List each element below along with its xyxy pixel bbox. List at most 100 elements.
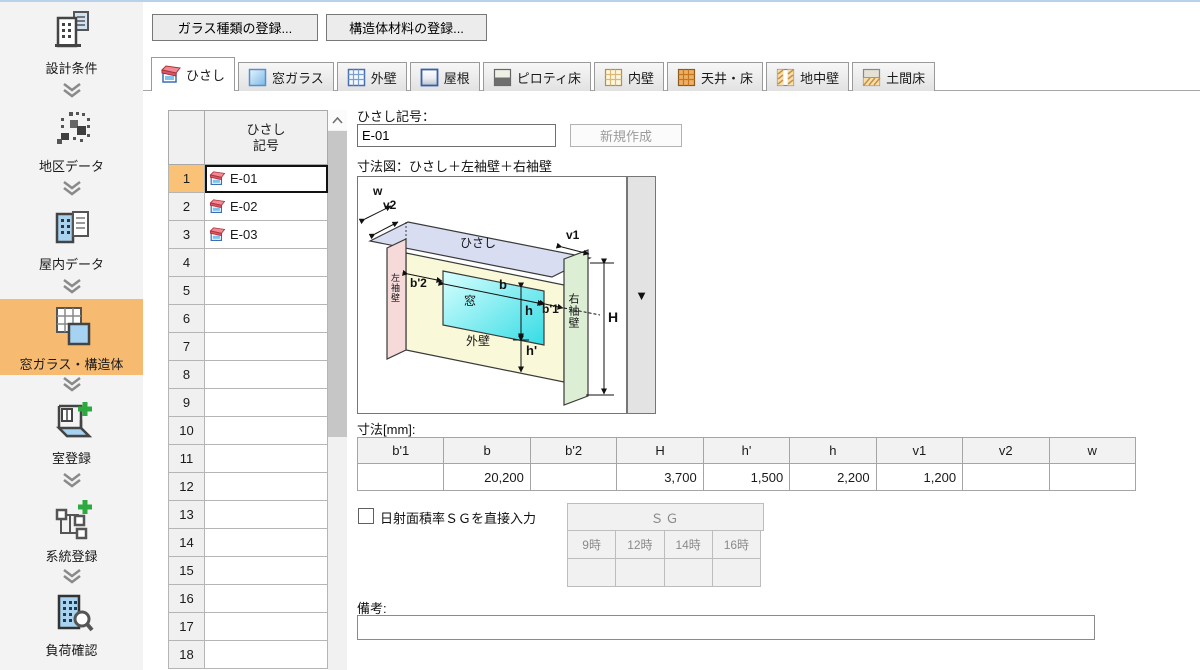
chevron-down-icon <box>0 472 143 488</box>
row-number-cell[interactable]: 3 <box>168 221 205 249</box>
list-row[interactable]: 2 E-02 <box>168 193 328 221</box>
list-row[interactable]: 8 <box>168 361 328 389</box>
dims-value-cell[interactable]: 2,200 <box>789 464 877 491</box>
row-symbol-cell[interactable] <box>205 585 328 613</box>
row-number-cell[interactable]: 16 <box>168 585 205 613</box>
row-symbol-cell[interactable]: E-01 <box>205 165 328 193</box>
row-number-cell[interactable]: 6 <box>168 305 205 333</box>
row-number-cell[interactable]: 1 <box>168 165 205 193</box>
list-row[interactable]: 15 <box>168 557 328 585</box>
sidebar-item-window-structure[interactable]: 窓ガラス・構造体 <box>0 299 143 375</box>
sidebar-item-load-check[interactable]: 負荷確認 <box>0 590 143 659</box>
row-symbol-cell[interactable] <box>205 501 328 529</box>
row-number-cell[interactable]: 8 <box>168 361 205 389</box>
list-row[interactable]: 4 <box>168 249 328 277</box>
sidebar-item-indoor-data[interactable]: 屋内データ <box>0 204 143 273</box>
sg-table: ＳＧ 9時 12時 14時 16時 <box>567 503 764 587</box>
row-symbol-cell[interactable]: E-02 <box>205 193 328 221</box>
tab-doma-floor[interactable]: 土間床 <box>852 62 936 91</box>
list-row[interactable]: 17 <box>168 613 328 641</box>
row-number-cell[interactable]: 12 <box>168 473 205 501</box>
row-number-cell[interactable]: 15 <box>168 557 205 585</box>
list-row[interactable]: 9 <box>168 389 328 417</box>
dims-value-cell[interactable]: 3,700 <box>616 464 704 491</box>
list-row[interactable]: 5 <box>168 277 328 305</box>
row-symbol-cell[interactable] <box>205 305 328 333</box>
dims-column: b'2 <box>529 437 618 491</box>
list-row[interactable]: 6 <box>168 305 328 333</box>
tab-ceiling-floor[interactable]: 天井・床 <box>667 62 764 91</box>
sg-direct-input-checkbox[interactable] <box>358 508 374 524</box>
row-symbol-cell[interactable] <box>205 557 328 585</box>
sg-value-cell[interactable] <box>711 559 761 587</box>
row-number-cell[interactable]: 11 <box>168 445 205 473</box>
row-number-cell[interactable]: 10 <box>168 417 205 445</box>
row-symbol-cell[interactable] <box>205 389 328 417</box>
dims-value-cell[interactable]: 1,200 <box>875 464 964 491</box>
list-row[interactable]: 10 <box>168 417 328 445</box>
list-row[interactable]: 7 <box>168 333 328 361</box>
list-row[interactable]: 16 <box>168 585 328 613</box>
row-number-cell[interactable]: 13 <box>168 501 205 529</box>
tab-roof[interactable]: 屋根 <box>409 62 480 91</box>
row-symbol-cell[interactable] <box>205 473 328 501</box>
tab-underground-wall[interactable]: 地中壁 <box>766 62 850 91</box>
underground-wall-icon <box>776 68 795 87</box>
list-row[interactable]: 14 <box>168 529 328 557</box>
row-number-cell[interactable]: 14 <box>168 529 205 557</box>
row-symbol-cell[interactable] <box>205 333 328 361</box>
row-symbol-cell[interactable]: E-03 <box>205 221 328 249</box>
list-row[interactable]: 3 E-03 <box>168 221 328 249</box>
list-row[interactable]: 18 <box>168 641 328 669</box>
row-number-cell[interactable]: 4 <box>168 249 205 277</box>
row-symbol-cell[interactable] <box>205 417 328 445</box>
tab-inner-wall[interactable]: 内壁 <box>594 62 665 91</box>
scrollbar-thumb[interactable] <box>328 131 347 437</box>
list-row[interactable]: 11 <box>168 445 328 473</box>
sidebar-item-room-register[interactable]: 室登録 <box>0 398 143 467</box>
roof-icon <box>420 68 439 87</box>
register-structure-materials-button[interactable]: 構造体材料の登録... <box>326 14 487 41</box>
dims-value-cell[interactable] <box>357 464 445 491</box>
row-number-cell[interactable]: 2 <box>168 193 205 221</box>
symbol-input[interactable] <box>357 124 556 147</box>
create-new-button[interactable]: 新規作成 <box>570 124 682 147</box>
list-row[interactable]: 13 <box>168 501 328 529</box>
chevron-down-icon <box>0 568 143 584</box>
row-symbol-cell[interactable] <box>205 641 328 669</box>
diagram-selector-dropdown[interactable]: ▼ <box>627 176 656 414</box>
row-number-cell[interactable]: 5 <box>168 277 205 305</box>
tab-exterior-wall[interactable]: 外壁 <box>336 62 407 91</box>
row-symbol-cell[interactable] <box>205 445 328 473</box>
dims-value-cell[interactable] <box>962 464 1050 491</box>
row-number-cell[interactable]: 7 <box>168 333 205 361</box>
scrollbar-up-arrow-icon[interactable] <box>328 110 347 130</box>
tab-window-glass[interactable]: 窓ガラス <box>238 62 334 91</box>
dims-value-cell[interactable] <box>529 464 618 491</box>
sg-value-cell[interactable] <box>663 559 713 587</box>
list-scrollbar[interactable] <box>328 110 347 670</box>
row-symbol-cell[interactable] <box>205 613 328 641</box>
sidebar-item-district-data[interactable]: 地区データ <box>0 106 143 175</box>
row-symbol-cell[interactable] <box>205 249 328 277</box>
row-number-cell[interactable]: 9 <box>168 389 205 417</box>
sidebar-item-design-conditions[interactable]: 設計条件 <box>0 8 143 77</box>
dims-value-cell[interactable]: 1,500 <box>702 464 791 491</box>
list-row[interactable]: 1 E-01 <box>168 165 328 193</box>
remarks-input[interactable] <box>357 615 1095 640</box>
tab-hisashi[interactable]: ひさし <box>151 57 236 91</box>
tab-piloti-floor[interactable]: ピロティ床 <box>482 62 592 91</box>
register-glass-types-button[interactable]: ガラス種類の登録... <box>152 14 318 41</box>
sidebar-item-system-register[interactable]: 系統登録 <box>0 496 143 565</box>
row-symbol-cell[interactable] <box>205 277 328 305</box>
dims-value-cell[interactable]: 20,200 <box>443 464 531 491</box>
row-symbol-cell[interactable] <box>205 361 328 389</box>
sg-value-cell[interactable] <box>567 559 617 587</box>
dims-value-cell[interactable] <box>1048 464 1136 491</box>
row-number-cell[interactable]: 17 <box>168 613 205 641</box>
row-symbol-cell[interactable] <box>205 529 328 557</box>
list-row[interactable]: 12 <box>168 473 328 501</box>
chevron-down-icon <box>0 82 143 98</box>
row-number-cell[interactable]: 18 <box>168 641 205 669</box>
sg-value-cell[interactable] <box>615 559 665 587</box>
